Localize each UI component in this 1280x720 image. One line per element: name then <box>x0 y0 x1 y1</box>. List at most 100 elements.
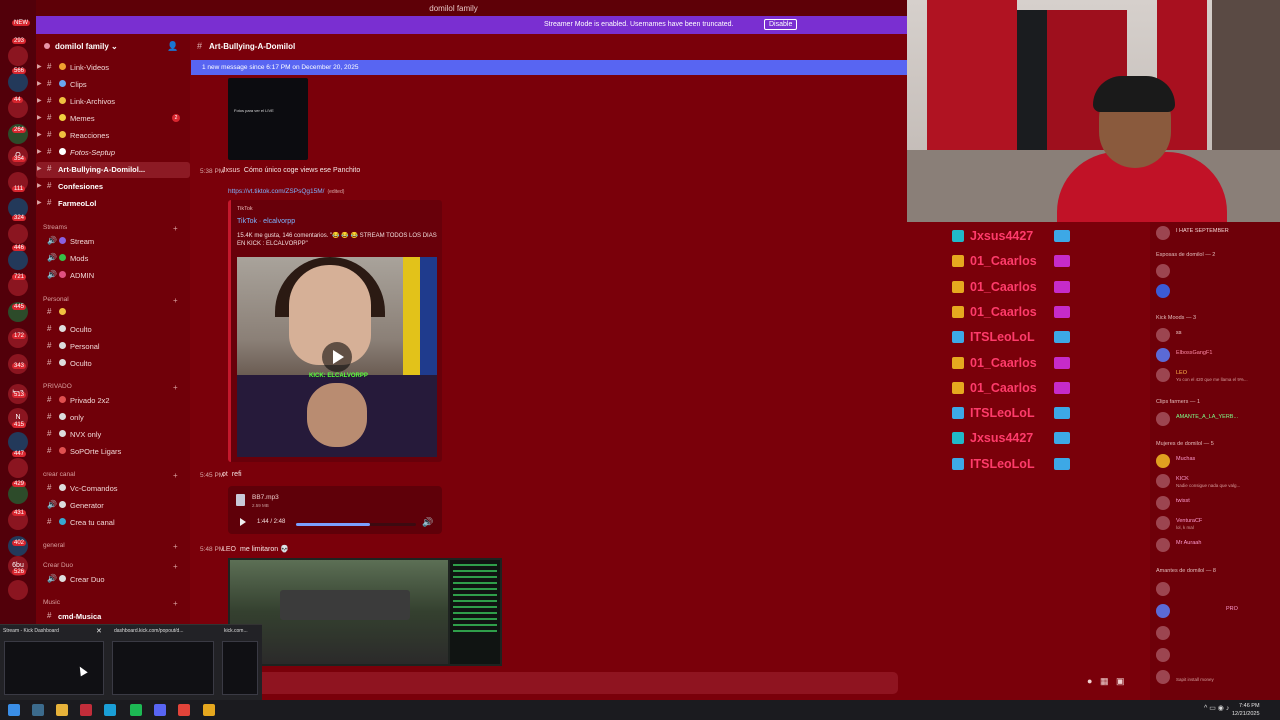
emote-icon <box>1054 230 1070 242</box>
member-row[interactable]: ss <box>1156 326 1280 344</box>
member-row[interactable]: Mr Auraah <box>1156 536 1280 554</box>
invite-people-icon[interactable]: 👤 <box>167 41 178 52</box>
audio-play-icon[interactable] <box>240 518 246 526</box>
channel-memes[interactable]: ▶ # Memes 2 <box>36 111 190 127</box>
preview-tab[interactable]: kick.com... <box>224 628 260 634</box>
channel-mods[interactable]: 🔊 Mods <box>36 251 190 267</box>
app-icon[interactable] <box>80 704 92 716</box>
channel-personal[interactable]: # Personal <box>36 339 190 355</box>
category-privado[interactable]: PRIVADO + <box>43 383 178 392</box>
channel-generator[interactable]: 🔊 Generator <box>36 498 190 514</box>
channel-oculto-2[interactable]: # Oculto <box>36 356 190 372</box>
category-crear-duo[interactable]: Crear Duo + <box>43 562 178 571</box>
server-icon[interactable] <box>8 250 28 270</box>
taskview-icon[interactable] <box>32 704 44 716</box>
member-row[interactable]: Muchas <box>1156 452 1280 470</box>
member-row[interactable] <box>1156 624 1280 642</box>
message-link[interactable]: https://vt.tiktok.com/ZSPsQg15M/(edited) <box>228 188 344 195</box>
channel-nvx-only[interactable]: # NVX only <box>36 427 190 443</box>
edge-icon[interactable] <box>104 704 116 716</box>
channel-crea-tu-canal[interactable]: # Crea tu canal <box>36 515 190 531</box>
member-row[interactable]: twisst <box>1156 494 1280 512</box>
channel-only[interactable]: # only <box>36 410 190 426</box>
gift-icon[interactable]: ● <box>1087 676 1092 686</box>
channel-oculto[interactable]: # Oculto <box>36 322 190 338</box>
preview-tab[interactable]: Stream - Kick Dashboard <box>3 628 93 634</box>
member-row[interactable]: LEO Yo con el 420 que me llama el 9%... <box>1156 366 1280 384</box>
member-row[interactable] <box>1156 282 1280 300</box>
channel-link-videos[interactable]: ▶ # Link-Videos <box>36 60 190 76</box>
audio-filename[interactable]: BB7.mp3 <box>252 494 279 501</box>
message-author[interactable]: ot <box>222 471 228 478</box>
audio-progress-track[interactable] <box>296 523 416 526</box>
file-explorer-icon[interactable] <box>56 704 68 716</box>
app-icon[interactable] <box>203 704 215 716</box>
member-row[interactable]: VenturaCF lol, k mal <box>1156 514 1280 532</box>
member-row[interactable] <box>1156 580 1280 598</box>
member-row[interactable] <box>1156 646 1280 664</box>
gif-icon[interactable]: ▦ <box>1100 676 1109 686</box>
server-icon[interactable] <box>8 432 28 452</box>
channel-stream[interactable]: 🔊 Stream <box>36 234 190 250</box>
embed-title[interactable]: TikTok · elcalvorpp <box>237 218 295 225</box>
channel-crear-duo[interactable]: 🔊 Crear Duo <box>36 572 190 588</box>
channel-confesiones[interactable]: ▶ # Confesiones <box>36 179 190 195</box>
mention-badge: 429 <box>12 480 27 487</box>
volume-icon[interactable]: 🔊 <box>422 517 433 528</box>
channel-vc-comandos[interactable]: # Vc-Comandos <box>36 481 190 497</box>
channel-reacciones[interactable]: ▶ # Reacciones <box>36 128 190 144</box>
category-general[interactable]: general + <box>43 542 178 551</box>
member-row[interactable]: KICK Nadie consigue nada que valg... <box>1156 472 1280 490</box>
spotify-icon[interactable] <box>130 704 142 716</box>
member-row[interactable]: PRO <box>1156 602 1280 620</box>
preview-thumbnail[interactable] <box>222 641 258 695</box>
embed-video[interactable]: KICK: ELCALVORPP <box>237 257 437 457</box>
channel-admin[interactable]: 🔊 ADMIN <box>36 268 190 284</box>
server-icon[interactable] <box>8 72 28 92</box>
message-author[interactable]: LEO <box>222 546 236 553</box>
member-row[interactable] <box>1156 262 1280 280</box>
discord-icon[interactable] <box>154 704 166 716</box>
server-icon[interactable] <box>8 484 28 504</box>
category-streams[interactable]: Streams + <box>43 224 178 233</box>
system-tray[interactable]: ^ ▭ ◉ ♪ <box>1204 704 1229 712</box>
preview-thumbnail[interactable] <box>4 641 104 695</box>
close-icon[interactable]: ✕ <box>96 627 102 635</box>
avatar <box>1156 368 1170 382</box>
server-icon[interactable] <box>8 46 28 66</box>
category-personal[interactable]: Personal + <box>43 296 178 305</box>
channel-soporte-ligars[interactable]: # SoPOrte Ligars <box>36 444 190 460</box>
server-name-header[interactable]: domilol family ⌄ <box>44 42 118 51</box>
member-row[interactable]: I HATE SEPTEMBER <box>1156 224 1280 242</box>
attachment-thumbnail[interactable]: Fotos para ver el LIVE <box>228 78 308 160</box>
channel-fotos-septup[interactable]: ▶ # Fotos-Septup <box>36 145 190 161</box>
message-author[interactable]: Jxsus <box>222 167 240 174</box>
channel-privado-2x2[interactable]: # Privado 2x2 <box>36 393 190 409</box>
chrome-icon[interactable] <box>178 704 190 716</box>
chat-username: 01_Caarlos <box>970 254 1037 269</box>
member-row[interactable]: ElbossGangF1 <box>1156 346 1280 364</box>
channel-personal-0[interactable]: # <box>36 305 190 321</box>
clock[interactable]: 7:46 PM 12/21/2025 <box>1232 702 1260 718</box>
category-music[interactable]: Music + <box>43 599 178 608</box>
server-icon[interactable] <box>8 458 28 478</box>
sticker-icon[interactable]: ▣ <box>1116 676 1125 686</box>
image-attachment[interactable] <box>228 558 502 666</box>
play-icon[interactable] <box>322 342 352 372</box>
preview-thumbnail[interactable] <box>112 641 214 695</box>
server-icon[interactable] <box>8 580 28 600</box>
channel-link-archivos[interactable]: ▶ # Link-Archivos <box>36 94 190 110</box>
channel-art-bullying[interactable]: ▶ # Art-Bullying-A-Domilol... <box>36 162 190 178</box>
member-row[interactable]: AMANTE_A_LA_YERB... <box>1156 410 1280 428</box>
server-icon[interactable] <box>8 224 28 244</box>
disable-streamer-mode-button[interactable]: Disable <box>764 19 798 30</box>
channel-farmeolol[interactable]: ▶ # FarmeoLol <box>36 196 190 212</box>
channel-clips[interactable]: ▶ # Clips <box>36 77 190 93</box>
new-messages-bar[interactable]: 1 new message since 6:17 PM on December … <box>191 60 907 75</box>
category-crear-canal[interactable]: crear canal + <box>43 471 178 480</box>
message-input[interactable] <box>198 672 898 694</box>
member-row[interactable]: Sapit install money <box>1156 668 1280 686</box>
start-icon[interactable] <box>8 704 20 716</box>
preview-tab[interactable]: dashboard.kick.com/popout/d... <box>114 628 214 634</box>
channel-cmd-musica[interactable]: # cmd-Musica <box>36 609 190 625</box>
